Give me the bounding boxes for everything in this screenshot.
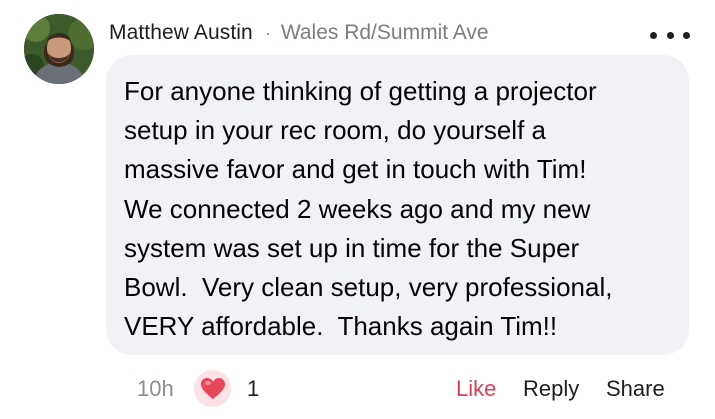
author-location[interactable]: Wales Rd/Summit Ave [281,21,489,45]
comment-footer: 10h 1 Like Reply Share [0,366,715,412]
dot-icon [683,31,690,39]
reply-button[interactable]: Reply [523,376,579,402]
reaction-summary[interactable] [194,370,231,407]
reaction-count[interactable]: 1 [247,376,259,402]
timestamp[interactable]: 10h [137,376,174,402]
like-button[interactable]: Like [456,376,496,402]
comment: Matthew Austin · Wales Rd/Summit Ave For… [0,0,715,419]
share-button[interactable]: Share [606,376,665,402]
dot-icon [650,31,657,39]
comment-header: Matthew Austin · Wales Rd/Summit Ave [109,19,489,47]
comment-text: For anyone thinking of getting a project… [124,76,613,342]
more-options-button[interactable] [650,26,690,44]
heart-icon [200,377,225,399]
dot-icon [666,31,674,39]
avatar[interactable] [24,14,94,84]
comment-bubble: For anyone thinking of getting a project… [106,55,689,355]
header-separator: · [264,22,271,43]
author-name[interactable]: Matthew Austin [109,21,253,45]
avatar-photo [24,14,94,84]
